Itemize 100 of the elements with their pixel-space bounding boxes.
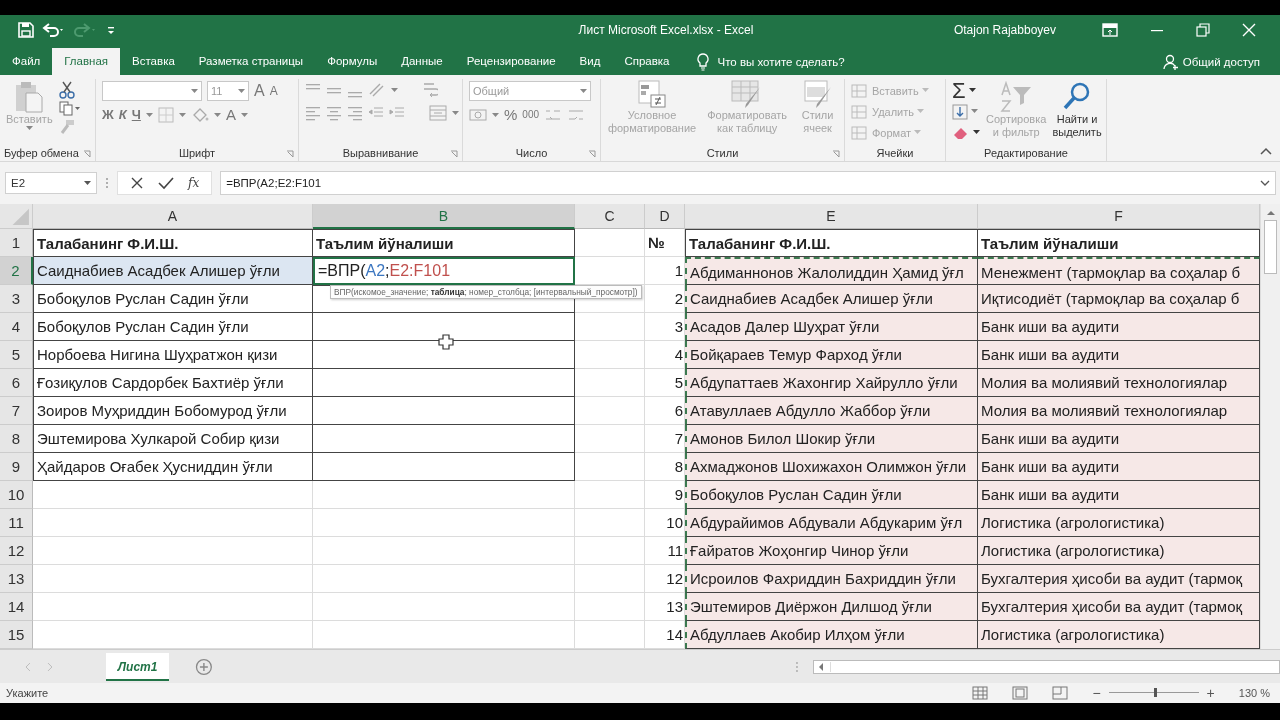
column-header[interactable]: B (313, 204, 575, 229)
splitter-icon[interactable] (795, 659, 800, 674)
underline-button[interactable]: Ч (131, 107, 141, 123)
row-header[interactable]: 4 (0, 313, 33, 341)
autosum-button[interactable]: Σ (952, 80, 966, 101)
ribbon-tab[interactable]: Формулы (315, 48, 390, 75)
fill-down-icon[interactable] (952, 103, 968, 120)
borders-icon[interactable] (157, 107, 174, 123)
sort-filter-icon (999, 81, 1034, 113)
share-button[interactable]: Общий доступ (1182, 55, 1260, 68)
currency-icon[interactable] (469, 107, 487, 123)
ribbon-tab[interactable]: Рецензирование (454, 48, 568, 75)
percent-button[interactable]: % (504, 107, 518, 123)
page-break-icon[interactable] (1052, 685, 1069, 700)
name-box[interactable]: E2 (5, 172, 97, 194)
ribbon-tab[interactable]: Разметка страницы (186, 48, 316, 75)
row-header[interactable]: 8 (0, 425, 33, 453)
scissors-icon[interactable] (58, 81, 75, 99)
font-name-field[interactable] (102, 81, 202, 101)
cancel-icon[interactable] (130, 176, 144, 190)
redo-icon[interactable] (74, 22, 98, 38)
normal-view-icon[interactable] (972, 685, 989, 700)
merge-cells-icon[interactable] (429, 105, 447, 121)
align-center-icon[interactable] (326, 105, 342, 121)
orientation-icon[interactable] (368, 82, 386, 98)
shrink-font-button[interactable]: A (269, 83, 278, 99)
select-all-icon[interactable] (0, 204, 33, 229)
check-icon[interactable] (158, 176, 174, 190)
ribbon-tab[interactable]: Данные (389, 48, 455, 75)
eraser-icon[interactable] (952, 125, 970, 140)
format-painter-icon[interactable] (58, 119, 75, 135)
restore-icon[interactable] (1196, 23, 1210, 37)
dialog-launcher-icon[interactable] (286, 150, 294, 158)
undo-icon[interactable] (42, 22, 66, 38)
ribbon-display-icon[interactable] (1102, 23, 1118, 37)
row-header[interactable]: 15 (0, 621, 33, 649)
insert-function-button[interactable]: fx (188, 176, 200, 190)
ribbon-tab[interactable]: Файл (0, 48, 53, 75)
grow-font-button[interactable]: A (254, 83, 265, 99)
column-header[interactable]: C (575, 204, 645, 229)
row-header[interactable]: 7 (0, 397, 33, 425)
dialog-launcher-icon[interactable] (588, 150, 596, 158)
previous-sheet-icon[interactable] (24, 661, 32, 672)
row-header[interactable]: 6 (0, 369, 33, 397)
align-left-icon[interactable] (305, 105, 321, 121)
dialog-launcher-icon[interactable] (83, 150, 91, 158)
scroll-left-icon[interactable] (818, 661, 825, 672)
column-header[interactable]: E (685, 204, 978, 229)
table-cell-text: 8 (673, 457, 684, 477)
close-icon[interactable] (1242, 23, 1256, 37)
table-cell: Ахмаджонов Шохижахон Олимжон ўғли (685, 453, 978, 481)
row-header[interactable]: 1 (0, 229, 33, 257)
dialog-launcher-icon[interactable] (832, 150, 840, 158)
ribbon-tab[interactable]: Вид (567, 48, 613, 75)
bold-button[interactable]: Ж (102, 107, 114, 123)
number-format-field[interactable]: Общий (469, 81, 591, 101)
row-header[interactable]: 11 (0, 509, 33, 537)
font-color-button[interactable]: A (225, 107, 236, 123)
italic-button[interactable]: К (118, 107, 127, 123)
row-header[interactable]: 5 (0, 341, 33, 369)
row-header[interactable]: 10 (0, 481, 33, 509)
increase-decimal-icon[interactable] (544, 107, 563, 123)
row-header[interactable]: 13 (0, 565, 33, 593)
row-header[interactable]: 14 (0, 593, 33, 621)
zoom-level[interactable]: 130 % (1238, 686, 1270, 699)
column-header[interactable]: F (978, 204, 1260, 229)
column-header[interactable]: D (645, 204, 685, 229)
thousands-button[interactable]: 000 (522, 107, 540, 123)
row-header[interactable]: 12 (0, 537, 33, 565)
save-icon[interactable] (18, 22, 34, 38)
zoom-out-button[interactable]: − (1092, 684, 1101, 701)
dialog-launcher-icon[interactable] (450, 150, 458, 158)
zoom-in-button[interactable]: + (1206, 684, 1215, 701)
column-header[interactable]: A (33, 204, 313, 229)
row-header[interactable]: 2 (0, 257, 33, 285)
align-right-icon[interactable] (347, 105, 363, 121)
decrease-decimal-icon[interactable] (567, 107, 586, 123)
copy-icon[interactable] (58, 101, 81, 117)
horizontal-scrollbar[interactable] (813, 659, 1280, 674)
scroll-up-icon[interactable] (1265, 210, 1276, 216)
font-size-field[interactable]: 11 (207, 81, 249, 101)
table-cell: Иқтисодиёт (тармоқлар ва соҳалар б (978, 285, 1260, 313)
ribbon-tab[interactable]: Вставка (120, 48, 187, 75)
vertical-scrollbar[interactable] (1260, 204, 1280, 649)
collapse-ribbon-icon[interactable] (1260, 147, 1272, 155)
add-sheet-icon[interactable] (195, 657, 214, 676)
row-header[interactable]: 3 (0, 285, 33, 313)
formula-field[interactable]: =ВПР(A2;E2:F101 (220, 171, 1276, 195)
wrap-text-icon[interactable] (422, 81, 438, 99)
next-sheet-icon[interactable] (45, 661, 54, 672)
active-cell[interactable]: =ВПР(A2;E2:F101 (313, 257, 575, 285)
page-layout-icon[interactable] (1012, 685, 1029, 700)
editing-button[interactable]: Найти и выделить (1052, 81, 1102, 139)
row-header[interactable]: 9 (0, 453, 33, 481)
ribbon-tab[interactable]: Главная (52, 48, 121, 75)
ribbon-tab[interactable]: Справка (612, 48, 682, 75)
tell-me-field[interactable]: Что вы хотите сделать? (717, 55, 845, 68)
scroll-thumb[interactable] (1264, 220, 1277, 274)
expand-icon[interactable] (1260, 180, 1270, 186)
sheet-tab[interactable]: Лист1 (105, 652, 170, 681)
